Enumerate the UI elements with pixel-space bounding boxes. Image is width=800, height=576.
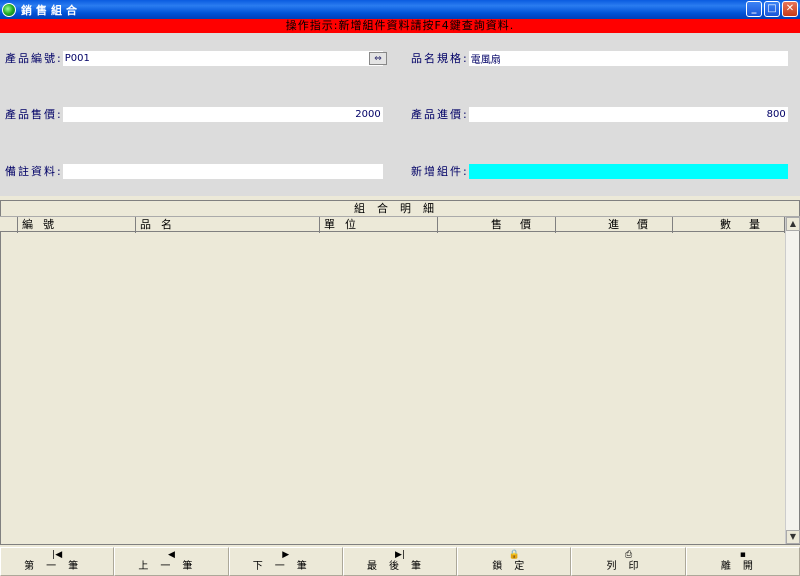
column-header-quantity[interactable]: 數量 [673, 217, 785, 233]
save-disk-icon: ▪ [739, 550, 746, 560]
product-code-label: 產品編號: [5, 52, 63, 65]
next-record-label: 下一筆 [252, 561, 319, 572]
product-code-input[interactable]: P001 [62, 50, 383, 66]
column-header-code[interactable]: 編號 [18, 217, 136, 233]
print-button[interactable]: ⎙ 列印 [571, 547, 686, 576]
close-button[interactable]: ✕ [782, 1, 798, 17]
row-indicator-header [0, 217, 18, 233]
lookup-button[interactable]: ⇔ [369, 52, 387, 65]
grid-scrollbar[interactable]: ▲ ▼ [785, 217, 800, 544]
sale-price-field: 產品售價: 2000 [5, 106, 383, 122]
prev-record-button[interactable]: ◀ 上一筆 [114, 547, 229, 576]
cost-price-input[interactable]: 800 [468, 106, 788, 122]
minimize-button[interactable]: _ [746, 1, 762, 17]
product-spec-field: 品名規格: 電風扇 [411, 50, 788, 66]
cost-price-label: 產品進價: [411, 108, 469, 121]
add-component-field: 新增組件: [411, 163, 788, 179]
column-header-sale-price[interactable]: 售價 [438, 217, 556, 233]
add-component-input[interactable] [468, 163, 788, 179]
column-header-cost-price[interactable]: 進價 [556, 217, 673, 233]
last-record-button[interactable]: ▶| 最後筆 [342, 547, 458, 576]
last-record-icon: ▶| [395, 550, 405, 560]
maximize-button[interactable]: □ [764, 1, 780, 17]
exit-label: 離開 [720, 561, 765, 572]
scroll-down-icon[interactable]: ▼ [786, 530, 800, 544]
cost-price-field: 產品進價: 800 [411, 106, 788, 122]
next-record-button[interactable]: ▶ 下一筆 [228, 547, 343, 576]
product-spec-input[interactable]: 電風扇 [468, 50, 788, 66]
lock-button[interactable]: 🔒 鎖定 [457, 547, 572, 576]
operation-hint: 操作指示:新增組件資料請按F4鍵查詢資料. [0, 19, 800, 33]
column-header-name[interactable]: 品名 [136, 217, 320, 233]
remarks-field: 備註資料: [5, 163, 383, 179]
navigation-toolbar: |◀ 第一筆 ◀ 上一筆 ▶ 下一筆 ▶| 最後筆 🔒 鎖定 ⎙ 列印 ▪ 離開 [0, 547, 800, 576]
product-code-field: 產品編號: P001 [5, 50, 383, 66]
add-component-label: 新增組件: [411, 165, 469, 178]
detail-grid[interactable] [0, 200, 800, 545]
printer-icon: ⎙ [624, 550, 633, 560]
lock-label: 鎖定 [492, 561, 537, 572]
column-header-unit[interactable]: 單位 [320, 217, 438, 233]
window-title: 銷售組合 [21, 3, 81, 17]
grid-caption: 組合明細 [354, 202, 446, 215]
product-spec-label: 品名規格: [411, 52, 469, 65]
app-icon [2, 2, 16, 17]
lookup-icon: ⇔ [374, 53, 382, 64]
grid-header: 編號 品名 單位 售價 進價 數量 [0, 216, 800, 233]
next-record-icon: ▶ [282, 550, 290, 560]
prev-record-label: 上一筆 [138, 561, 205, 572]
sale-price-label: 產品售價: [5, 108, 63, 121]
remarks-input[interactable] [62, 163, 383, 179]
title-bar[interactable]: 銷售組合 _ □ ✕ [0, 0, 800, 19]
first-record-button[interactable]: |◀ 第一筆 [0, 547, 115, 576]
print-label: 列印 [606, 561, 651, 572]
remarks-label: 備註資料: [5, 165, 63, 178]
last-record-label: 最後筆 [366, 561, 433, 572]
first-record-icon: |◀ [52, 550, 63, 560]
prev-record-icon: ◀ [167, 550, 175, 560]
form-area: 產品編號: P001 ⇔ 品名規格: 電風扇 產品售價: 2000 產品進價: … [0, 33, 800, 196]
first-record-label: 第一筆 [24, 561, 91, 572]
lock-icon: 🔒 [508, 550, 520, 560]
scroll-up-icon[interactable]: ▲ [786, 217, 800, 231]
sale-price-input[interactable]: 2000 [62, 106, 383, 122]
exit-button[interactable]: ▪ 離開 [685, 547, 800, 576]
